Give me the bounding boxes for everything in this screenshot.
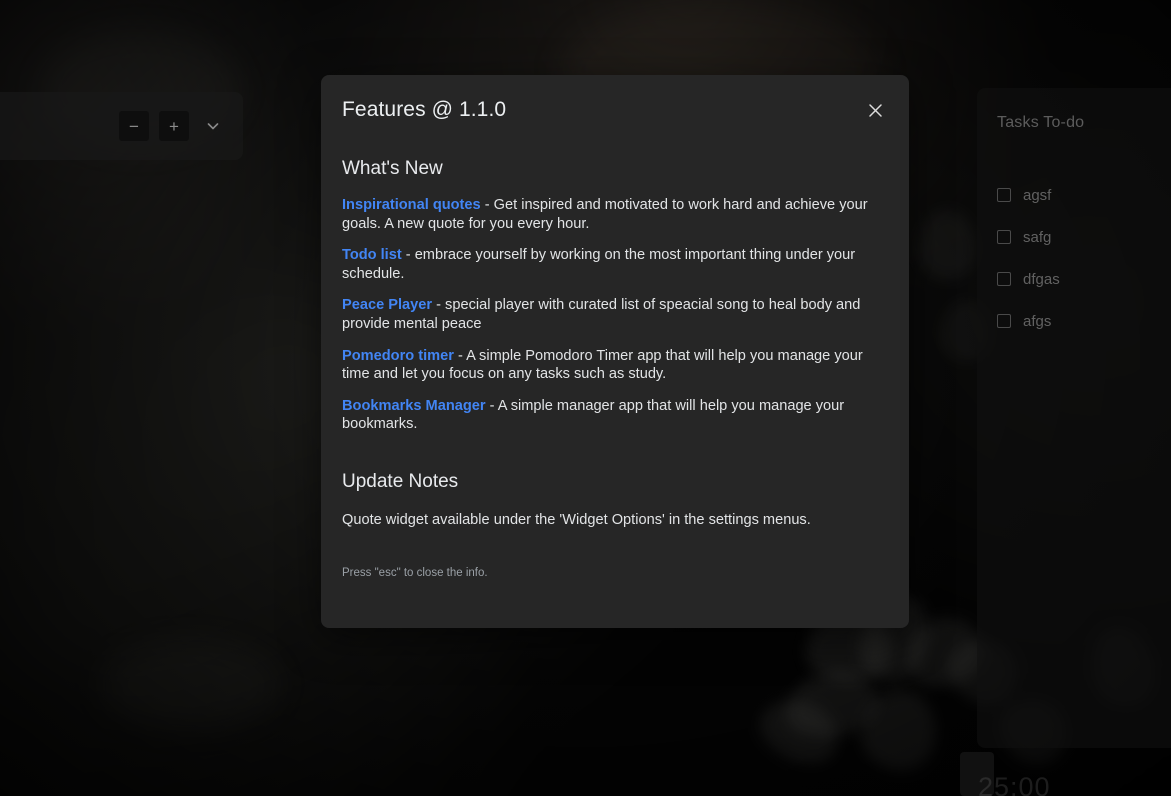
list-item[interactable]: safg [997, 216, 1171, 258]
update-notes-heading: Update Notes [342, 470, 459, 492]
feature-name[interactable]: Pomedoro timer [342, 348, 454, 364]
feature-description: - embrace yourself by working on the mos… [342, 247, 856, 282]
update-notes-body: Quote widget available under the 'Widget… [342, 511, 811, 528]
list-item: Bookmarks Manager - A simple manager app… [342, 397, 888, 434]
feature-name[interactable]: Peace Player [342, 297, 432, 313]
page-title: Features @ 1.1.0 [342, 98, 507, 121]
task-label: afgs [1023, 312, 1052, 330]
decrease-button[interactable]: − [119, 111, 149, 141]
left-widget-panel: − + [0, 92, 243, 160]
app-screen: − + Tasks To-do agsf safg dfgas afgs 25:… [0, 0, 1171, 796]
list-item: Peace Player - special player with curat… [342, 296, 888, 333]
feature-name[interactable]: Todo list [342, 247, 402, 263]
feature-name[interactable]: Inspirational quotes [342, 197, 481, 213]
list-item: Todo list - embrace yourself by working … [342, 246, 888, 283]
task-checkbox[interactable] [997, 272, 1011, 286]
list-item[interactable]: dfgas [997, 258, 1171, 300]
list-item[interactable]: afgs [997, 300, 1171, 342]
task-label: dfgas [1023, 270, 1060, 288]
task-checkbox[interactable] [997, 314, 1011, 328]
pomodoro-timer-value: 25:00 [978, 772, 1051, 796]
close-icon[interactable] [862, 97, 888, 123]
esc-hint: Press "esc" to close the info. [342, 566, 488, 579]
task-label: safg [1023, 228, 1052, 246]
task-label: agsf [1023, 186, 1052, 204]
whats-new-heading: What's New [342, 158, 443, 179]
list-item: Pomedoro timer - A simple Pomodoro Timer… [342, 347, 888, 384]
increase-button[interactable]: + [159, 111, 189, 141]
list-item: Inspirational quotes - Get inspired and … [342, 196, 888, 233]
tasks-panel-title: Tasks To-do [997, 114, 1085, 131]
task-checkbox[interactable] [997, 188, 1011, 202]
chevron-down-icon[interactable] [199, 112, 227, 140]
feature-name[interactable]: Bookmarks Manager [342, 398, 486, 414]
tasks-todo-panel: Tasks To-do agsf safg dfgas afgs [977, 88, 1171, 748]
feature-list: Inspirational quotes - Get inspired and … [342, 196, 888, 434]
list-item[interactable]: agsf [997, 174, 1171, 216]
task-checkbox[interactable] [997, 230, 1011, 244]
dialog-header: Features @ 1.1.0 [342, 75, 888, 123]
features-dialog: Features @ 1.1.0 What's New Inspirationa… [321, 75, 909, 628]
